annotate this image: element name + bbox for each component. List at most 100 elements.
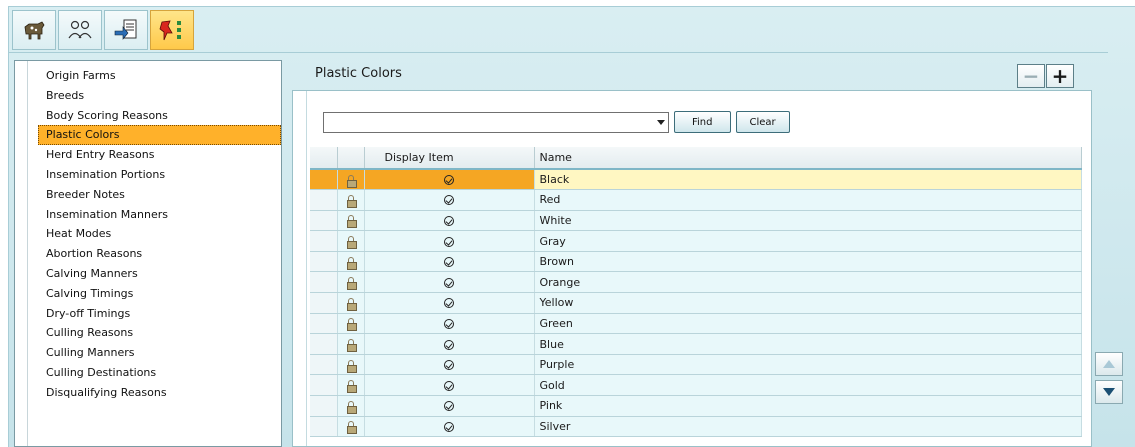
name-cell[interactable]: Brown bbox=[534, 251, 1082, 273]
sidebar-item-abortion-reasons[interactable]: Abortion Reasons bbox=[15, 244, 281, 264]
name-cell[interactable]: Orange bbox=[534, 271, 1082, 294]
name-cell[interactable]: Purple bbox=[534, 354, 1082, 376]
table-row[interactable]: Yellow bbox=[310, 292, 1082, 314]
name-cell[interactable]: Red bbox=[534, 189, 1082, 211]
import-button[interactable] bbox=[104, 10, 148, 50]
check-circle-icon bbox=[444, 421, 454, 432]
table-row[interactable]: White bbox=[310, 210, 1082, 232]
add-remove-buttons: − + bbox=[1017, 64, 1074, 88]
main-content: Find Clear Display Item Name Black Red W… bbox=[292, 90, 1092, 447]
sidebar-item-dry-off-timings[interactable]: Dry-off Timings bbox=[15, 304, 281, 324]
row-header[interactable] bbox=[310, 230, 338, 252]
search-bar: Find Clear bbox=[323, 111, 790, 133]
row-header[interactable] bbox=[310, 251, 338, 273]
sidebar-item-calving-timings[interactable]: Calving Timings bbox=[15, 284, 281, 304]
find-button[interactable]: Find bbox=[674, 111, 731, 133]
row-header[interactable] bbox=[310, 271, 338, 294]
add-button[interactable]: + bbox=[1046, 64, 1074, 88]
row-header[interactable] bbox=[310, 354, 338, 376]
check-circle-icon bbox=[444, 195, 454, 206]
lock-icon bbox=[346, 194, 357, 208]
row-header[interactable] bbox=[310, 333, 338, 355]
check-circle-icon bbox=[444, 401, 454, 412]
arrow-down-icon bbox=[1103, 388, 1115, 396]
people-icon bbox=[68, 20, 92, 39]
check-circle-icon bbox=[444, 298, 454, 309]
sidebar-item-herd-entry-reasons[interactable]: Herd Entry Reasons bbox=[15, 145, 281, 165]
sidebar-item-plastic-colors[interactable]: Plastic Colors bbox=[38, 125, 281, 146]
row-header[interactable] bbox=[310, 395, 338, 417]
row-header[interactable] bbox=[310, 210, 338, 232]
check-circle-icon bbox=[444, 318, 454, 329]
table-row[interactable]: Green bbox=[310, 313, 1082, 335]
cow-button[interactable] bbox=[12, 10, 56, 50]
row-move-buttons bbox=[1095, 352, 1123, 404]
name-cell[interactable]: Gold bbox=[534, 374, 1082, 397]
name-cell[interactable]: Pink bbox=[534, 395, 1082, 417]
lock-icon bbox=[346, 215, 357, 229]
sidebar-item-insemination-portions[interactable]: Insemination Portions bbox=[15, 165, 281, 185]
name-cell[interactable]: White bbox=[534, 210, 1082, 232]
lock-icon bbox=[346, 380, 357, 394]
name-cell[interactable]: Silver bbox=[534, 416, 1082, 438]
lock-icon bbox=[346, 277, 357, 291]
table-row[interactable]: Black bbox=[310, 169, 1082, 191]
pin-list-icon bbox=[159, 20, 181, 41]
name-cell[interactable]: Blue bbox=[534, 333, 1082, 355]
lock-icon bbox=[346, 174, 357, 188]
check-circle-icon bbox=[444, 277, 454, 288]
search-combobox[interactable] bbox=[323, 111, 669, 133]
table-row[interactable]: Pink bbox=[310, 395, 1082, 417]
lock-icon bbox=[346, 256, 357, 270]
toolbar-divider bbox=[8, 52, 1108, 53]
pin-list-button[interactable] bbox=[150, 10, 194, 50]
sidebar-item-origin-farms[interactable]: Origin Farms bbox=[15, 66, 281, 86]
move-down-button[interactable] bbox=[1095, 380, 1123, 404]
table-row[interactable]: Purple bbox=[310, 354, 1082, 376]
table-row[interactable]: Gold bbox=[310, 374, 1082, 397]
sidebar-item-breeds[interactable]: Breeds bbox=[15, 86, 281, 106]
check-circle-icon bbox=[444, 175, 454, 186]
remove-button[interactable]: − bbox=[1017, 64, 1045, 88]
column-header-name[interactable]: Name bbox=[534, 147, 1082, 170]
people-button[interactable] bbox=[58, 10, 102, 50]
row-header[interactable] bbox=[310, 292, 338, 314]
sidebar-item-heat-modes[interactable]: Heat Modes bbox=[15, 224, 281, 244]
table-row[interactable]: Red bbox=[310, 189, 1082, 211]
table-row[interactable]: Orange bbox=[310, 271, 1082, 294]
sidebar-item-culling-destinations[interactable]: Culling Destinations bbox=[15, 363, 281, 383]
column-header-display-item[interactable]: Display Item bbox=[364, 147, 535, 170]
page-title: Plastic Colors bbox=[315, 66, 402, 81]
table-row[interactable]: Blue bbox=[310, 333, 1082, 355]
row-header[interactable] bbox=[310, 189, 338, 211]
table-row[interactable]: Gray bbox=[310, 230, 1082, 252]
table-row[interactable]: Silver bbox=[310, 416, 1082, 438]
content-gutter bbox=[293, 91, 307, 446]
name-cell[interactable]: Green bbox=[534, 313, 1082, 335]
row-header[interactable] bbox=[310, 374, 338, 397]
lock-icon bbox=[346, 236, 357, 250]
data-grid: Display Item Name Black Red White Gray B… bbox=[310, 147, 1082, 438]
move-up-button[interactable] bbox=[1095, 352, 1123, 376]
sidebar-item-breeder-notes[interactable]: Breeder Notes bbox=[15, 185, 281, 205]
import-icon bbox=[114, 19, 137, 40]
sidebar-item-calving-manners[interactable]: Calving Manners bbox=[15, 264, 281, 284]
name-cell[interactable]: Yellow bbox=[534, 292, 1082, 314]
lock-icon bbox=[346, 400, 357, 414]
name-cell[interactable]: Gray bbox=[534, 230, 1082, 252]
check-circle-icon bbox=[444, 215, 454, 226]
sidebar-item-insemination-manners[interactable]: Insemination Manners bbox=[15, 205, 281, 225]
sidebar-item-culling-reasons[interactable]: Culling Reasons bbox=[15, 323, 281, 343]
row-header[interactable] bbox=[310, 313, 338, 335]
sidebar-item-culling-manners[interactable]: Culling Manners bbox=[15, 343, 281, 363]
table-row[interactable]: Brown bbox=[310, 251, 1082, 273]
chevron-down-icon[interactable] bbox=[657, 119, 665, 125]
sidebar-item-disqualifying-reasons[interactable]: Disqualifying Reasons bbox=[15, 383, 281, 403]
clear-button[interactable]: Clear bbox=[735, 111, 790, 133]
grid-header-row: Display Item Name bbox=[310, 147, 1082, 170]
row-header[interactable] bbox=[310, 169, 338, 191]
row-header[interactable] bbox=[310, 416, 338, 438]
name-cell[interactable]: Black bbox=[534, 169, 1082, 191]
sidebar-item-body-scoring-reasons[interactable]: Body Scoring Reasons bbox=[15, 106, 281, 126]
lock-icon bbox=[346, 339, 357, 353]
